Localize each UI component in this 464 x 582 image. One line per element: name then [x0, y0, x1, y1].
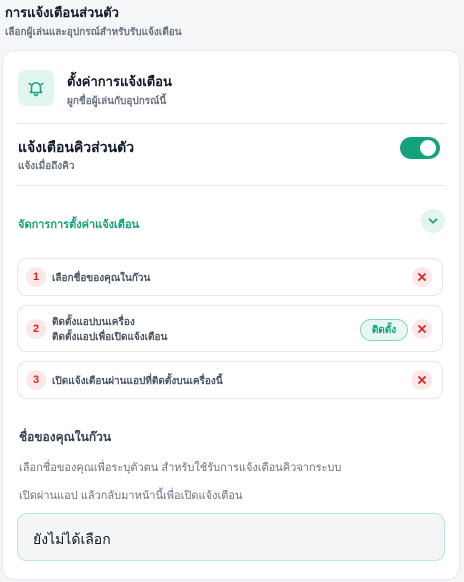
chevron-down-icon[interactable] — [421, 209, 445, 233]
divider — [17, 185, 445, 186]
player-name-description: เลือกชื่อของคุณเพื่อระบุตัวตน สำหรับใช้ร… — [19, 462, 342, 474]
close-icon — [412, 370, 432, 390]
player-name-hint: เปิดผ่านแอป แล้วกลับมาหน้านี้เพื่อเปิดแจ… — [19, 490, 243, 502]
close-icon — [412, 267, 432, 287]
player-name-select[interactable]: ยังไม่ได้เลือก — [17, 513, 445, 561]
queue-notify-title: แจ้งเตือนคิวส่วนตัว — [18, 139, 135, 155]
step-text: เลือกชื่อของคุณในก๊วน — [52, 273, 151, 284]
queue-notify-row: แจ้งเตือนคิวส่วนตัว แจ้งเมื่อถึงคิว — [17, 135, 445, 175]
toggle-knob — [420, 140, 436, 156]
notification-card: ตั้งค่าการแจ้งเตือน ผูกชื่อผู้เล่นกับอุป… — [2, 50, 460, 580]
step-number: 1 — [26, 267, 46, 287]
step-number: 2 — [26, 319, 46, 339]
page-title: การแจ้งเตือนส่วนตัว — [5, 5, 119, 20]
step-number: 3 — [26, 370, 46, 390]
step-install-app: 2 ติดตั้งแอปบนเครื่อง ติดตั้งแอปเพื่อเปิ… — [17, 305, 443, 352]
close-icon — [412, 319, 432, 339]
queue-notify-toggle[interactable] — [400, 137, 440, 159]
settings-title: ตั้งค่าการแจ้งเตือน — [67, 74, 172, 89]
step-enable-notify: 3 เปิดแจ้งเตือนผ่านแอปที่ติดตั้งบนเครื่อ… — [17, 361, 443, 399]
step-subtext: ติดตั้งแอปเพื่อเปิดแจ้งเตือน — [52, 332, 168, 343]
divider — [17, 123, 445, 124]
step-select-name: 1 เลือกชื่อของคุณในก๊วน — [17, 258, 443, 296]
queue-notify-subtitle: แจ้งเมื่อถึงคิว — [18, 161, 75, 172]
install-button[interactable]: ติดตั้ง — [360, 319, 408, 341]
bell-icon — [18, 70, 54, 106]
settings-subtitle: ผูกชื่อผู้เล่นกับอุปกรณ์นี้ — [67, 96, 167, 107]
player-name-select-value: ยังไม่ได้เลือก — [33, 531, 111, 547]
notification-settings-header: ตั้งค่าการแจ้งเตือน ผูกชื่อผู้เล่นกับอุป… — [17, 67, 445, 111]
step-text: ติดตั้งแอปบนเครื่อง — [52, 317, 135, 328]
page-header: การแจ้งเตือนส่วนตัว เลือกผู้เล่นและอุปกร… — [5, 4, 182, 40]
player-name-title: ชื่อของคุณในก๊วน — [19, 430, 112, 444]
manage-settings-label[interactable]: จัดการการตั้งค่าแจ้งเตือน — [18, 215, 139, 233]
step-text: เปิดแจ้งเตือนผ่านแอปที่ติดตั้งบนเครื่องน… — [52, 376, 223, 387]
page-subtitle: เลือกผู้เล่นและอุปกรณ์สำหรับรับแจ้งเตือน — [5, 27, 182, 38]
manage-settings-row[interactable]: จัดการการตั้งค่าแจ้งเตือน — [17, 209, 445, 237]
